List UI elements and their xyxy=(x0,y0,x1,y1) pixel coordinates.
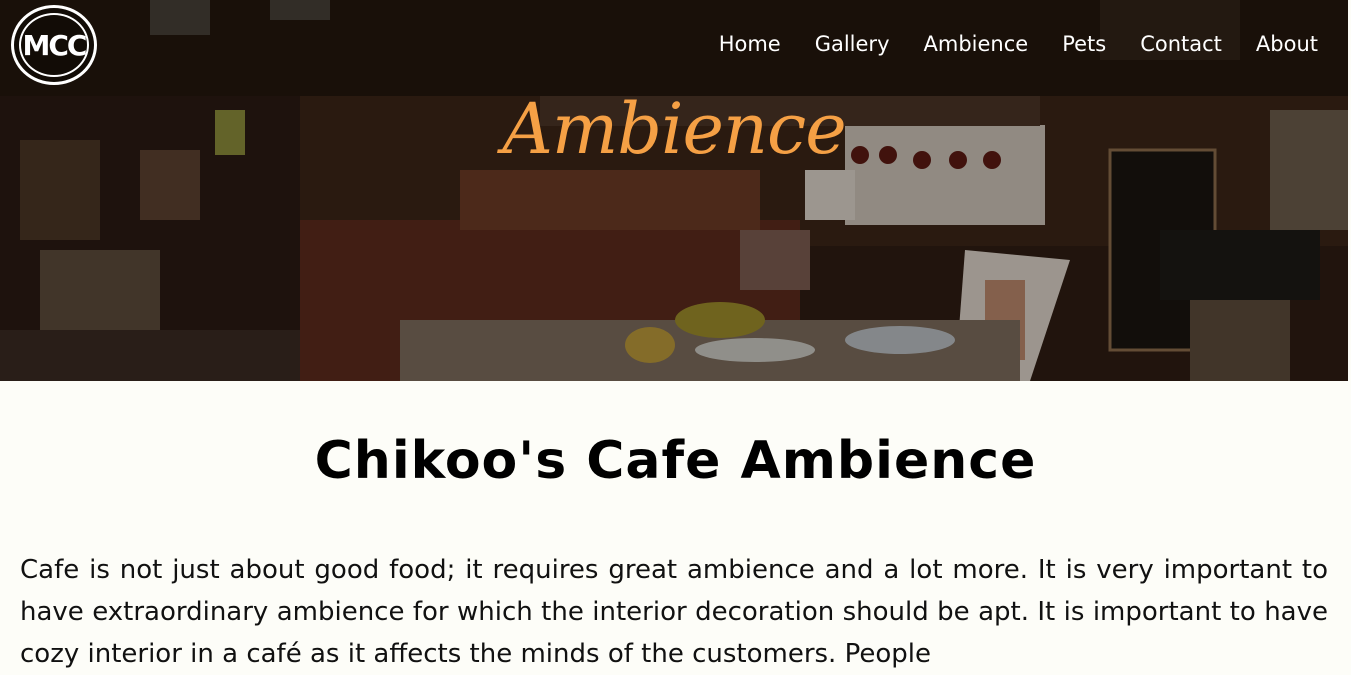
logo-text: MCC xyxy=(19,13,89,77)
intro-paragraph: Cafe is not just about good food; it req… xyxy=(20,555,1328,669)
hero-banner: MCC Home Gallery Ambience Pets Contact A… xyxy=(0,0,1348,381)
nav-about[interactable]: About xyxy=(1256,32,1318,56)
nav-gallery[interactable]: Gallery xyxy=(815,32,890,56)
nav-ambience[interactable]: Ambience xyxy=(924,32,1029,56)
main-nav: Home Gallery Ambience Pets Contact About xyxy=(685,32,1318,56)
hero-title: Ambience xyxy=(502,88,846,170)
nav-contact[interactable]: Contact xyxy=(1140,32,1222,56)
nav-pets[interactable]: Pets xyxy=(1062,32,1106,56)
site-logo[interactable]: MCC xyxy=(11,5,97,85)
nav-home[interactable]: Home xyxy=(719,32,781,56)
page-title: Chikoo's Cafe Ambience xyxy=(314,431,1037,491)
